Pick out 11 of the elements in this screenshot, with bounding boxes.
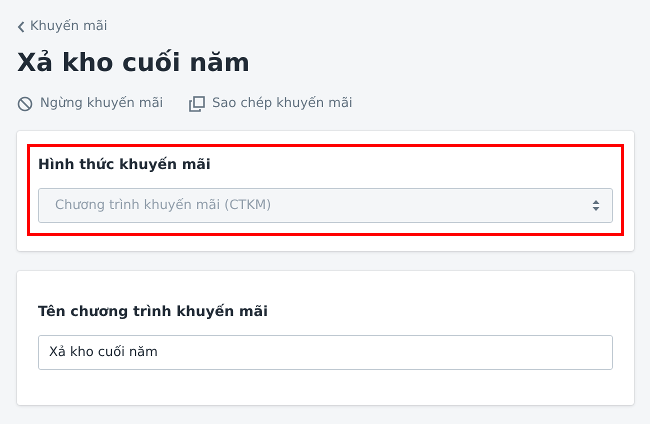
sort-arrows-icon <box>592 200 600 211</box>
page-title: Xả kho cuối năm <box>17 47 250 79</box>
prohibited-icon <box>17 96 33 112</box>
copy-promotion-link[interactable]: Sao chép khuyến mãi <box>189 94 353 114</box>
input-field[interactable]: Xả kho cuối năm <box>38 335 613 370</box>
chevron-left-icon <box>17 21 25 33</box>
copy-icon <box>189 96 206 112</box>
field-label: Tên chương trình khuyến mãi <box>38 302 268 322</box>
field-label: Hình thức khuyến mãi <box>38 156 211 175</box>
stop-promotion-link[interactable]: Ngừng khuyến mãi <box>17 94 164 114</box>
back-link[interactable]: Khuyến mãi <box>17 16 108 38</box>
